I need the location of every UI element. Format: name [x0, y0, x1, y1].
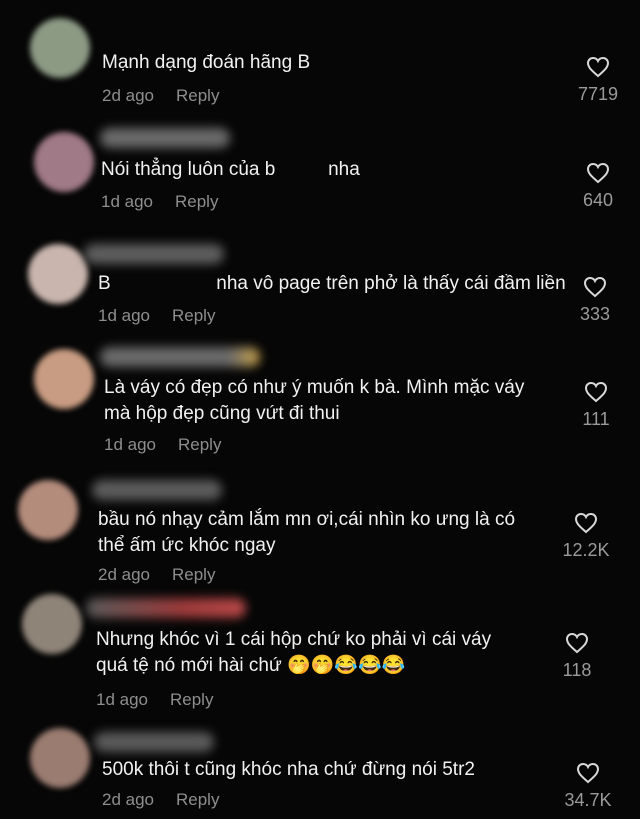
like-count: 640: [582, 190, 614, 210]
comment-time: 1d ago: [104, 435, 156, 454]
like-button[interactable]: 7719: [568, 56, 628, 105]
comment-meta: 1d ago Reply: [101, 192, 218, 212]
avatar[interactable]: [30, 18, 90, 78]
heart-outline-icon: [586, 162, 610, 184]
heart-outline-icon: [584, 381, 608, 403]
like-count: 333: [579, 304, 611, 324]
avatar[interactable]: [18, 480, 78, 540]
like-count: 34.7K: [564, 790, 612, 810]
avatar[interactable]: [34, 132, 94, 192]
like-count: 118: [562, 660, 592, 680]
reply-button[interactable]: Reply: [176, 86, 219, 106]
comment-item: bầu nó nhạy cảm lắm mn ơi,cái nhìn ko ưn…: [0, 470, 640, 590]
comment-time: 2d ago: [102, 86, 154, 105]
comment-item: 500k thôi t cũng khóc nha chứ đừng nói 5…: [0, 720, 640, 819]
comment-item: Nói thẳng luôn của b nha 1d ago Reply 640: [0, 110, 640, 220]
reply-button[interactable]: Reply: [172, 306, 215, 326]
comment-text: Là váy có đẹp có như ý muốn k bà. Mình m…: [104, 377, 525, 424]
comment-time: 2d ago: [98, 565, 150, 584]
like-button[interactable]: 640: [568, 162, 628, 211]
reply-button[interactable]: Reply: [175, 192, 218, 212]
reply-button[interactable]: Reply: [170, 690, 213, 710]
like-button[interactable]: 111: [566, 381, 626, 430]
comment-item: B nha vô page trên phở là thấy cái đầm l…: [0, 220, 640, 335]
username[interactable]: [92, 480, 222, 500]
username[interactable]: [94, 732, 214, 752]
avatar[interactable]: [28, 244, 88, 304]
comment-meta: 2d ago Reply: [98, 565, 215, 585]
heart-outline-icon: [586, 56, 610, 78]
comment-item: Nhưng khóc vì 1 cái hộp chứ ko phải vì c…: [0, 590, 640, 720]
comment-meta: 2d ago Reply: [102, 790, 219, 810]
username[interactable]: [84, 244, 224, 264]
comment-meta: 1d ago Reply: [104, 435, 221, 455]
username[interactable]: [100, 128, 230, 148]
like-button[interactable]: 333: [565, 276, 625, 325]
comment-text: bầu nó nhạy cảm lắm mn ơi,cái nhìn ko ưn…: [98, 509, 516, 556]
comment-text: Nhưng khóc vì 1 cái hộp chứ ko phải vì c…: [96, 629, 492, 676]
comment-time: 2d ago: [102, 790, 154, 809]
comment-time: 1d ago: [96, 690, 148, 709]
comment-meta: 2d ago Reply: [102, 86, 219, 106]
like-button[interactable]: 118: [547, 632, 607, 681]
heart-outline-icon: [576, 762, 600, 784]
comment-item: Mạnh dạng đoán hãng B 2d ago Reply 7719: [0, 0, 640, 110]
comment-text: 500k thôi t cũng khóc nha chứ đừng nói 5…: [102, 759, 475, 780]
comment-meta: 1d ago Reply: [98, 306, 215, 326]
like-count: 111: [582, 409, 610, 429]
comment-text: B nha vô page trên phở là thấy cái đầm l…: [98, 273, 566, 294]
comment-time: 1d ago: [101, 192, 153, 211]
reply-button[interactable]: Reply: [178, 435, 221, 455]
comment-time: 1d ago: [98, 306, 150, 325]
like-button[interactable]: 12.2K: [556, 512, 616, 561]
like-button[interactable]: 34.7K: [558, 762, 618, 811]
avatar[interactable]: [34, 349, 94, 409]
heart-outline-icon: [583, 276, 607, 298]
like-count: 7719: [577, 84, 619, 104]
reply-button[interactable]: Reply: [176, 790, 219, 810]
heart-outline-icon: [574, 512, 598, 534]
comment-text: Nói thẳng luôn của b nha: [101, 159, 360, 180]
heart-outline-icon: [565, 632, 589, 654]
comment-text: Mạnh dạng đoán hãng B: [102, 52, 311, 73]
reply-button[interactable]: Reply: [172, 565, 215, 585]
comment-item: Là váy có đẹp có như ý muốn k bà. Mình m…: [0, 335, 640, 470]
avatar[interactable]: [30, 728, 90, 788]
username[interactable]: [86, 598, 246, 618]
username[interactable]: [100, 347, 260, 367]
like-count: 12.2K: [562, 540, 610, 560]
avatar[interactable]: [22, 594, 82, 654]
comment-meta: 1d ago Reply: [96, 690, 213, 710]
